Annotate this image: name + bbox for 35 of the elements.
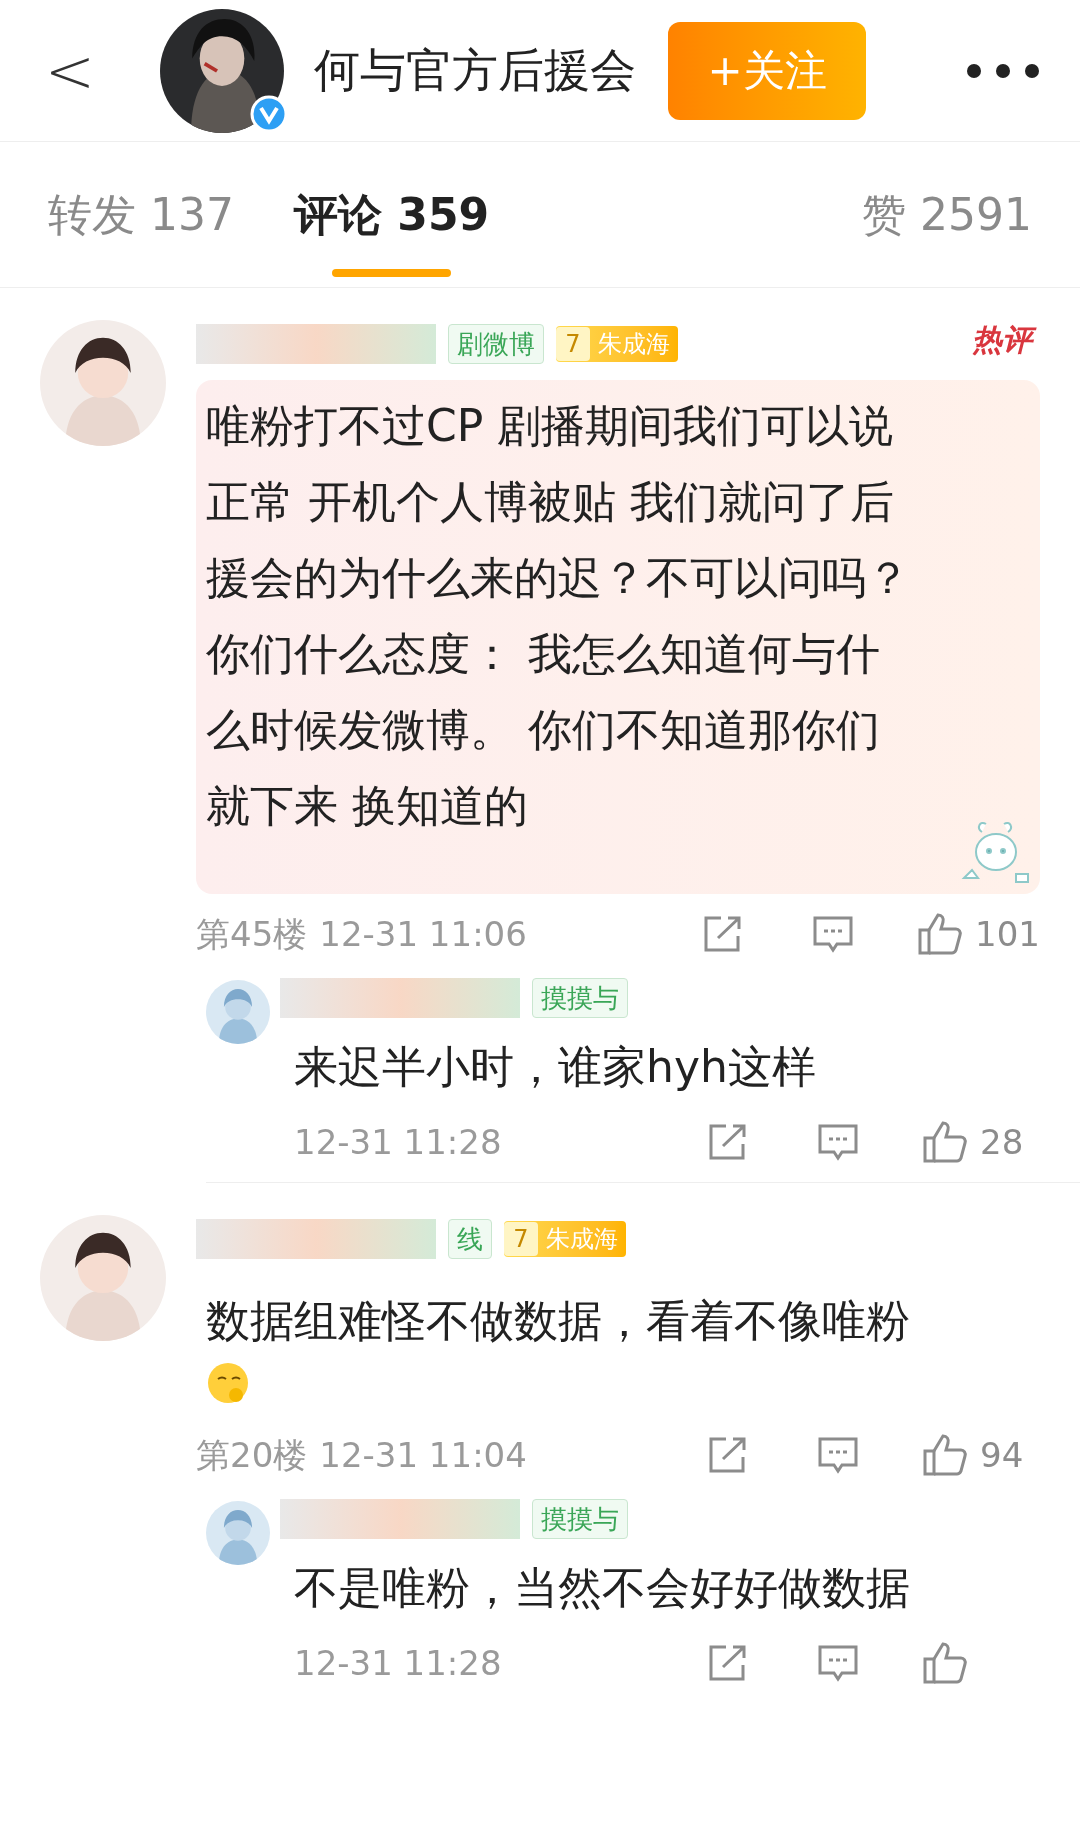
back-button[interactable]: < [40,25,100,116]
reply-text: 不是唯粉，当然不会好好做数据 [294,1561,911,1615]
comment-time: 12-31 11:04 [319,1433,527,1477]
fan-level-badge: 7 朱成海 [556,326,678,362]
user-tag: 摸摸与 [532,1499,628,1539]
follow-button[interactable]: +关注 [668,21,866,120]
floor-number: 第45楼 [196,912,308,956]
user-tag: 摸摸与 [532,978,628,1018]
comment-time: 12-31 11:06 [319,912,527,956]
thumbs-up-icon[interactable] [922,1641,968,1685]
comment-time: 12-31 11:28 [294,1641,502,1685]
tab[interactable]: 评论 359 [293,142,490,287]
comment-time: 12-31 11:28 [294,1120,502,1164]
comment-icon[interactable] [816,1122,860,1162]
user-tag: 线 [448,1219,492,1259]
more-icon[interactable] [966,62,1040,79]
thumbs-up-icon[interactable] [917,912,964,956]
comment-icon[interactable] [816,1435,860,1475]
reply-text: 来迟半小时，谁家hyh这样 [294,1040,817,1094]
comment-text: 数据组难怪不做数据，看着不像唯粉 [206,1294,911,1348]
like-count: 94 [980,1433,1025,1477]
hot-comment-label: 热评 [964,320,1040,360]
comment-icon[interactable] [816,1643,860,1683]
user-tag: 剧微博 [448,324,544,364]
floor-number: 第20楼 [196,1433,308,1477]
thumbs-up-icon[interactable] [922,1433,968,1477]
fan-level-badge: 7 朱成海 [504,1221,626,1257]
like-count: 28 [980,1120,1025,1164]
comment-text: 唯粉打不过CP 剧播期间我们可以说正常 开机个人博被贴 我们就问了后援会的为什么来的迟？不可以问吗？你们什么态度： 我怎么知道何与什么时候发微博。 你们不知道那你们就下来 换知道的 [206,399,911,833]
thumbs-up-icon[interactable] [922,1120,968,1164]
like-count: 101 [975,912,1040,956]
tab[interactable]: 转发 137 [48,142,234,287]
comment-icon[interactable] [811,914,856,954]
tab[interactable]: 赞 2591 [862,142,1032,287]
account-name: 何与官方后援会 [314,42,636,99]
